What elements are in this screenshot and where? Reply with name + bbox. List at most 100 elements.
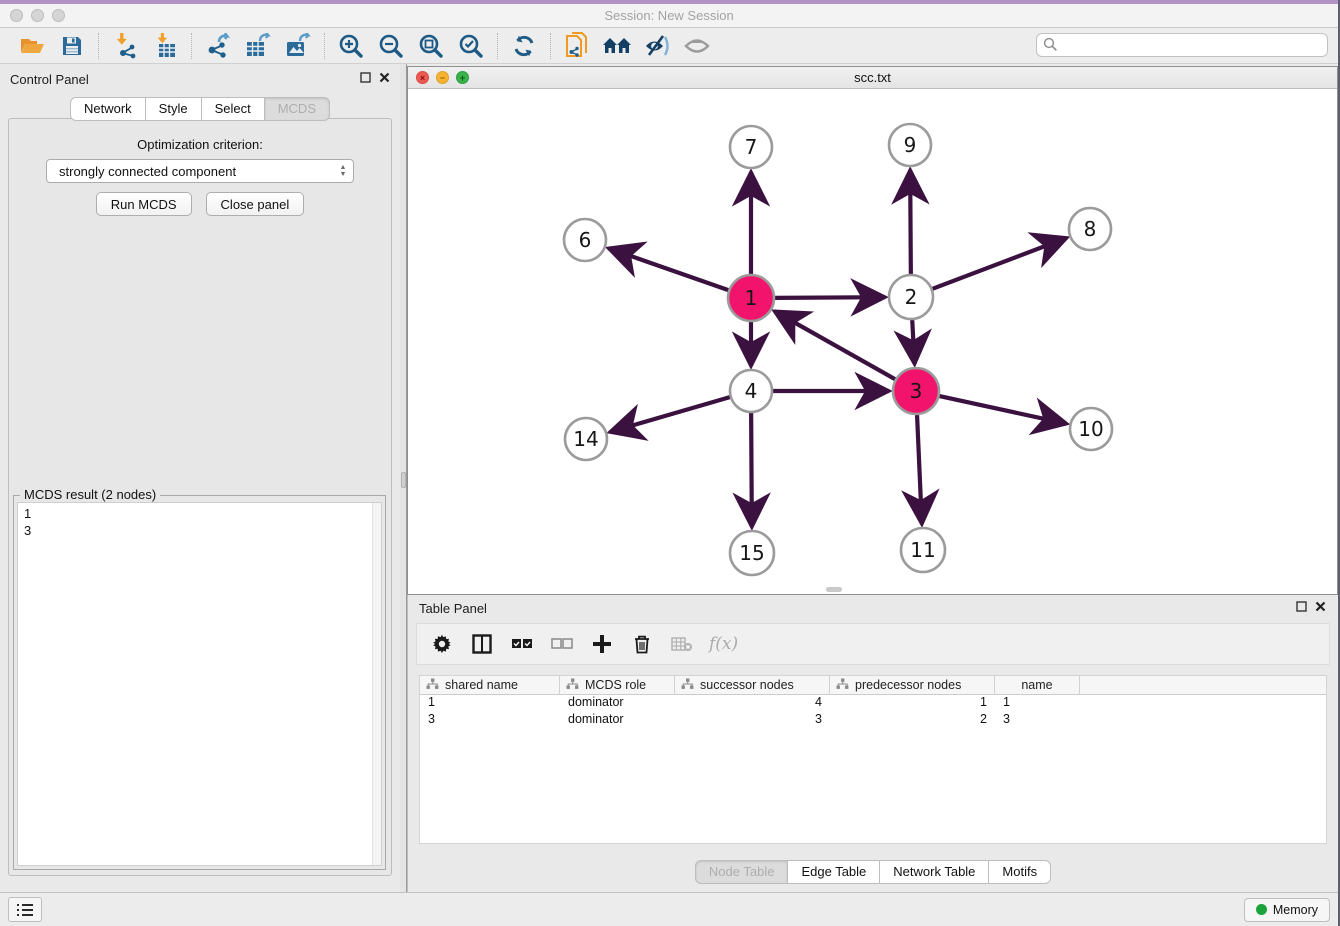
edge-3-to-1[interactable] [775, 311, 896, 379]
select-all-rows-icon[interactable] [509, 630, 535, 658]
graph-node-7[interactable]: 7 [730, 126, 772, 168]
result-scrollbar[interactable] [372, 503, 381, 865]
table-row[interactable]: 3dominator323 [420, 712, 1326, 729]
column-header-predecessor-nodes[interactable]: predecessor nodes [830, 676, 995, 694]
cell-shared-name[interactable]: 1 [420, 695, 560, 712]
graph-node-4[interactable]: 4 [730, 370, 772, 412]
table-row[interactable]: 1dominator411 [420, 695, 1326, 712]
deselect-all-rows-icon[interactable] [549, 630, 575, 658]
export-network-icon[interactable] [200, 31, 236, 61]
search-input[interactable] [1036, 33, 1328, 57]
cell-predecessor-nodes[interactable]: 1 [830, 695, 995, 712]
tab-mcds[interactable]: MCDS [265, 97, 330, 121]
graph-node-11[interactable]: 11 [901, 528, 945, 572]
edge-2-to-9[interactable] [910, 170, 911, 274]
node-table: shared nameMCDS rolesuccessor nodesprede… [419, 675, 1327, 844]
cell-name[interactable]: 3 [995, 712, 1080, 729]
tab-style[interactable]: Style [146, 97, 202, 121]
graph-node-6[interactable]: 6 [564, 219, 606, 261]
import-table-icon[interactable] [147, 31, 183, 61]
network-graph: 7 9 6 8 1 2 4 3 14 10 15 11 [408, 89, 1337, 594]
import-network-icon[interactable] [107, 31, 143, 61]
column-header-MCDS-role[interactable]: MCDS role [560, 676, 675, 694]
column-type-icon [566, 678, 579, 693]
cell-shared-name[interactable]: 3 [420, 712, 560, 729]
close-table-panel-icon[interactable] [1315, 599, 1326, 617]
graph-node-8[interactable]: 8 [1069, 208, 1111, 250]
tab-network-table[interactable]: Network Table [880, 860, 989, 884]
graph-node-2[interactable]: 2 [889, 275, 933, 319]
create-column-icon[interactable] [589, 630, 615, 658]
table-toolbar: f(x) [416, 623, 1330, 665]
cell-MCDS-role[interactable]: dominator [560, 712, 675, 729]
table-header-row: shared nameMCDS rolesuccessor nodesprede… [420, 676, 1326, 695]
graph-node-14[interactable]: 14 [565, 418, 607, 460]
open-file-icon[interactable] [14, 31, 50, 61]
cell-predecessor-nodes[interactable]: 2 [830, 712, 995, 729]
edge-1-to-6[interactable] [609, 248, 729, 290]
edge-1-to-2[interactable] [775, 297, 885, 298]
zoom-fit-icon[interactable] [413, 31, 449, 61]
graph-node-9[interactable]: 9 [889, 124, 931, 166]
float-panel-icon[interactable] [360, 70, 371, 88]
zoom-selected-icon[interactable] [453, 31, 489, 61]
tab-network[interactable]: Network [70, 97, 146, 121]
memory-button[interactable]: Memory [1244, 898, 1330, 922]
result-line: 3 [24, 522, 381, 539]
splitter-handle-icon[interactable] [401, 472, 406, 488]
node-label: 9 [904, 133, 917, 157]
export-table-icon[interactable] [240, 31, 276, 61]
network-window-titlebar[interactable]: × − + scc.txt [408, 67, 1337, 89]
mcds-result-groupbox: MCDS result (2 nodes) 13 [13, 495, 386, 870]
tab-select[interactable]: Select [202, 97, 265, 121]
save-session-icon[interactable] [54, 31, 90, 61]
graph-node-15[interactable]: 15 [730, 531, 774, 575]
zoom-in-icon[interactable] [333, 31, 369, 61]
control-panel-tabs: NetworkStyleSelectMCDS [0, 97, 400, 121]
close-panel-button[interactable]: Close panel [206, 192, 305, 216]
table-settings-gear-icon[interactable] [429, 630, 455, 658]
delete-column-trash-icon[interactable] [629, 630, 655, 658]
graph-node-10[interactable]: 10 [1070, 408, 1112, 450]
cell-successor-nodes[interactable]: 4 [675, 695, 830, 712]
network-hscrollbar[interactable] [826, 587, 842, 592]
edge-4-to-14[interactable] [610, 397, 730, 432]
edge-2-to-3[interactable] [912, 320, 914, 364]
tab-motifs[interactable]: Motifs [989, 860, 1051, 884]
home-icon[interactable] [599, 31, 635, 61]
panel-splitter[interactable] [400, 64, 407, 892]
network-from-selection-icon[interactable] [559, 31, 595, 61]
network-canvas[interactable]: 7 9 6 8 1 2 4 3 14 10 15 11 [408, 89, 1337, 594]
mcds-result-list[interactable]: 13 [17, 502, 382, 866]
edge-3-to-11[interactable] [917, 415, 922, 524]
refresh-icon[interactable] [506, 31, 542, 61]
zoom-out-icon[interactable] [373, 31, 409, 61]
show-column-selector-icon[interactable] [469, 630, 495, 658]
optimization-criterion-select[interactable]: strongly connected component ▲▼ [46, 159, 354, 183]
edge-2-to-8[interactable] [933, 238, 1067, 289]
graph-node-1[interactable]: 1 [728, 275, 774, 321]
edge-4-to-15[interactable] [751, 413, 752, 527]
column-header-name[interactable]: name [995, 676, 1080, 694]
cell-name[interactable]: 1 [995, 695, 1080, 712]
float-table-panel-icon[interactable] [1296, 599, 1307, 617]
edge-3-to-10[interactable] [939, 396, 1066, 424]
search-field [1036, 33, 1328, 57]
hide-selected-icon[interactable] [639, 31, 675, 61]
table-body: 1dominator4113dominator323 [420, 695, 1326, 729]
column-header-successor-nodes[interactable]: successor nodes [675, 676, 830, 694]
network-view-window: × − + scc.txt 7 9 6 8 1 2 4 3 14 10 15 11 [407, 66, 1338, 595]
export-image-icon[interactable] [280, 31, 316, 61]
task-history-button[interactable] [8, 897, 42, 922]
table-panel-title: Table Panel [419, 601, 487, 616]
run-mcds-button[interactable]: Run MCDS [96, 192, 192, 216]
function-builder-icon: f(x) [709, 634, 738, 654]
tab-edge-table[interactable]: Edge Table [788, 860, 880, 884]
graph-node-3[interactable]: 3 [893, 368, 939, 414]
cell-successor-nodes[interactable]: 3 [675, 712, 830, 729]
cell-MCDS-role[interactable]: dominator [560, 695, 675, 712]
column-header-shared-name[interactable]: shared name [420, 676, 560, 694]
tab-node-table[interactable]: Node Table [695, 860, 789, 884]
close-panel-icon[interactable] [379, 70, 390, 88]
show-all-icon[interactable] [679, 31, 715, 61]
